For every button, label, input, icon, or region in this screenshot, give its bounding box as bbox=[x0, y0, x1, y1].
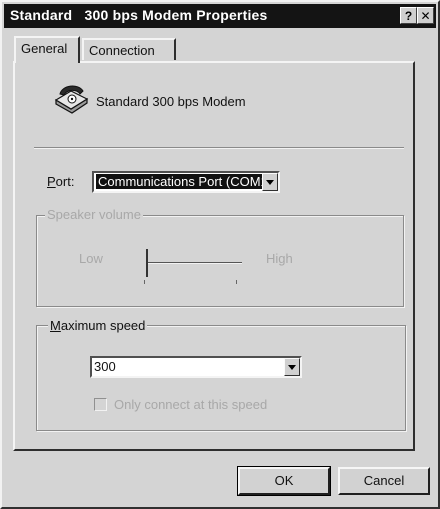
general-tab-panel bbox=[13, 61, 415, 451]
tab-connection-label: Connection bbox=[89, 43, 155, 58]
ok-button[interactable]: OK bbox=[238, 467, 330, 495]
close-icon: ✕ bbox=[420, 9, 431, 23]
close-button[interactable]: ✕ bbox=[417, 7, 434, 24]
window-title: Standard 300 bps Modem Properties bbox=[10, 7, 268, 23]
tab-general-label: General bbox=[21, 41, 68, 56]
help-button[interactable]: ? bbox=[400, 7, 417, 24]
cancel-button[interactable]: Cancel bbox=[338, 467, 430, 495]
title-bar[interactable]: Standard 300 bps Modem Properties ? ✕ bbox=[4, 4, 436, 28]
tab-connection[interactable]: Connection bbox=[82, 38, 176, 60]
tab-general[interactable]: General bbox=[14, 36, 80, 63]
